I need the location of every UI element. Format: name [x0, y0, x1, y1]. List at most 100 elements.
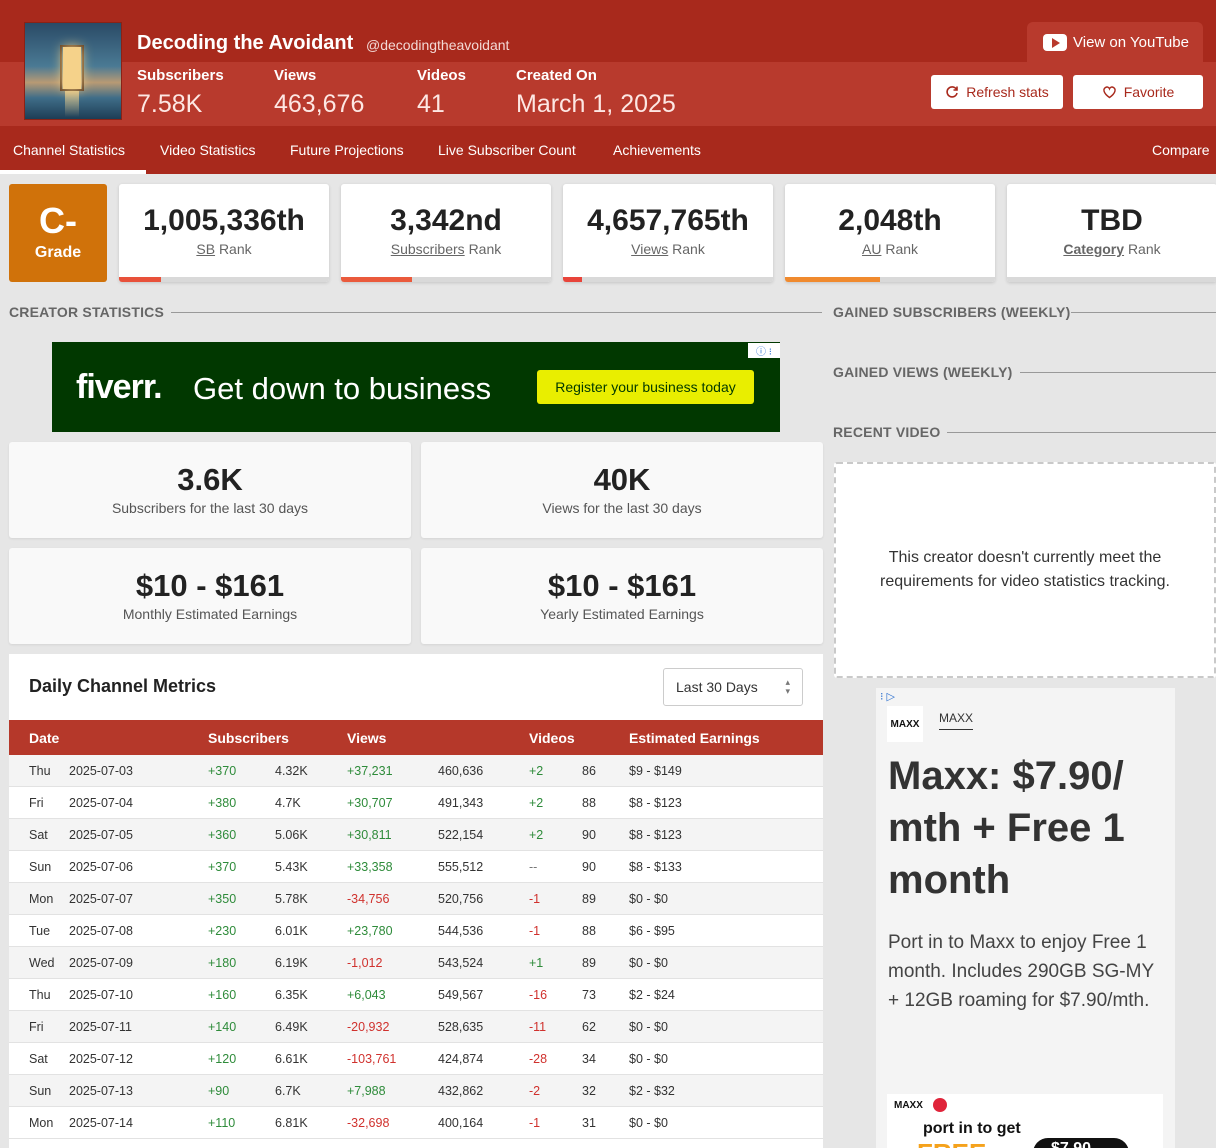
refresh-stats-button[interactable]: Refresh stats: [931, 75, 1063, 109]
maxx-brand-link[interactable]: MAXX: [939, 711, 974, 730]
fiverr-cta-button[interactable]: Register your business today: [537, 370, 754, 404]
table-header: Date Subscribers Views Videos Estimated …: [9, 720, 823, 755]
cell-video-change: -16: [529, 988, 548, 1002]
cell-earnings: $2 - $24: [629, 988, 675, 1002]
cell-day: Thu: [29, 988, 51, 1002]
section-divider: [1020, 372, 1216, 373]
column-header-subscribers[interactable]: Subscribers: [208, 730, 289, 746]
cell-video-change: -11: [529, 1020, 547, 1034]
cell-day: Sat: [29, 1052, 48, 1066]
cell-videos: 90: [582, 860, 596, 874]
tab-live-subscriber-count[interactable]: Live Subscriber Count: [438, 142, 576, 158]
column-header-videos[interactable]: Videos: [529, 730, 575, 746]
maxx-ad[interactable]: ⁝ ▷ MAXX MAXX Maxx: $7.90/ mth + Free 1 …: [876, 688, 1175, 1148]
cell-views: 555,512: [438, 860, 484, 874]
fiverr-logo: fiverr.: [76, 368, 163, 406]
tab-future-projections[interactable]: Future Projections: [290, 142, 404, 158]
refresh-icon: [946, 86, 959, 98]
rank-suffix: Rank: [468, 241, 502, 257]
cell-date: 2025-07-05: [69, 828, 133, 842]
column-header-views[interactable]: Views: [347, 730, 386, 746]
cell-views: 400,164: [438, 1116, 484, 1130]
cell-subscriber-change: +350: [208, 892, 237, 906]
adchoices-icon[interactable]: ⓘ ⁝: [748, 343, 780, 358]
cell-date: 2025-07-03: [69, 764, 133, 778]
cell-earnings: $8 - $123: [629, 796, 682, 810]
view-on-youtube-button[interactable]: View on YouTube: [1027, 22, 1203, 62]
fiverr-tagline: Get down to business: [193, 371, 492, 406]
cell-views: 491,343: [438, 796, 484, 810]
favorite-button[interactable]: Favorite: [1073, 75, 1203, 109]
rank-prefix[interactable]: SB: [196, 241, 215, 257]
cell-earnings: $9 - $149: [629, 764, 682, 778]
rank-card-sb: 1,005,336th SB Rank: [119, 184, 329, 282]
summary-card-yearly-earnings: $10 - $161 Yearly Estimated Earnings: [421, 548, 823, 644]
stat-created-label: Created On: [516, 67, 597, 84]
rank-bar-fill: [785, 277, 880, 282]
cell-view-change: -32,698: [347, 1116, 390, 1130]
fiverr-ad-banner[interactable]: fiverr. Get down to business Register yo…: [52, 342, 780, 432]
maxx-headline[interactable]: Maxx: $7.90/ mth + Free 1 month: [888, 750, 1168, 906]
cell-day: Sun: [29, 860, 52, 874]
table-row: Sun 2025-07-06 +370 5.43K +33,358 555,512 -- 90…: [9, 851, 823, 883]
cell-videos: 31: [582, 1116, 596, 1130]
cell-earnings: $0 - $0: [629, 1020, 668, 1034]
rank-card-au: 2,048th AU Rank: [785, 184, 995, 282]
rank-prefix[interactable]: Subscribers: [391, 241, 465, 257]
period-select-value: Last 30 Days: [676, 679, 758, 695]
maxx-ad-image[interactable]: MAXX port in to get FREE $7.90: [887, 1094, 1163, 1148]
section-divider: [1071, 312, 1216, 313]
rank-value: 3,342nd: [390, 204, 502, 237]
cell-subscribers: 5.43K: [275, 860, 308, 874]
summary-value: 3.6K: [177, 462, 243, 497]
table-row: Tue 2025-07-08 +230 6.01K +23,780 544,536 -1 88…: [9, 915, 823, 947]
cell-date: 2025-07-10: [69, 988, 133, 1002]
table-row: Wed 2025-07-09 +180 6.19K -1,012 543,524 +1 89 $…: [9, 947, 823, 979]
rank-card-views: 4,657,765th Views Rank: [563, 184, 773, 282]
tab-achievements[interactable]: Achievements: [613, 142, 701, 158]
stat-views-value: 463,676: [274, 90, 365, 118]
cell-subscribers: 6.35K: [275, 988, 308, 1002]
stat-created-value: March 1, 2025: [516, 90, 676, 118]
stat-subscribers-value: 7.58K: [137, 90, 203, 118]
column-header-earnings[interactable]: Estimated Earnings: [629, 730, 760, 746]
cell-earnings: $8 - $123: [629, 828, 682, 842]
tab-compare[interactable]: Compare: [1152, 142, 1210, 158]
rank-prefix[interactable]: Category: [1063, 241, 1124, 257]
period-select[interactable]: Last 30 Days ▴ ▾: [663, 668, 803, 706]
cell-subscriber-change: +370: [208, 860, 237, 874]
cell-subscribers: 6.19K: [275, 956, 308, 970]
cell-views: 520,756: [438, 892, 484, 906]
cell-subscribers: 6.61K: [275, 1052, 308, 1066]
cell-subscriber-change: +110: [208, 1116, 236, 1130]
cell-subscribers: 5.78K: [275, 892, 308, 906]
cell-earnings: $0 - $0: [629, 1116, 668, 1130]
cell-date: 2025-07-06: [69, 860, 133, 874]
recent-video-title: RECENT VIDEO: [833, 424, 941, 440]
rank-suffix: Rank: [885, 241, 919, 257]
cell-earnings: $2 - $32: [629, 1084, 675, 1098]
adchoices-icon[interactable]: ⁝ ▷: [880, 690, 895, 703]
cell-video-change: --: [529, 860, 538, 874]
cell-view-change: -103,761: [347, 1052, 397, 1066]
rank-prefix[interactable]: AU: [862, 241, 881, 257]
cell-date: 2025-07-09: [69, 956, 133, 970]
summary-label: Views for the last 30 days: [542, 500, 702, 516]
cell-day: Mon: [29, 892, 54, 906]
cell-video-change: +2: [529, 828, 544, 842]
tab-channel-statistics[interactable]: Channel Statistics: [13, 142, 125, 158]
cell-videos: 88: [582, 924, 596, 938]
section-divider: [947, 432, 1216, 433]
cell-video-change: -1: [529, 892, 541, 906]
cell-day: Fri: [29, 1020, 44, 1034]
cell-day: Sat: [29, 828, 48, 842]
cell-view-change: -20,932: [347, 1020, 390, 1034]
rank-label: Views Rank: [563, 241, 773, 257]
rank-prefix[interactable]: Views: [631, 241, 668, 257]
rank-bar-fill: [119, 277, 161, 282]
cell-earnings: $6 - $95: [629, 924, 675, 938]
cell-video-change: +1: [529, 956, 544, 970]
column-header-date[interactable]: Date: [29, 730, 59, 746]
cell-view-change: -34,756: [347, 892, 390, 906]
tab-video-statistics[interactable]: Video Statistics: [160, 142, 255, 158]
